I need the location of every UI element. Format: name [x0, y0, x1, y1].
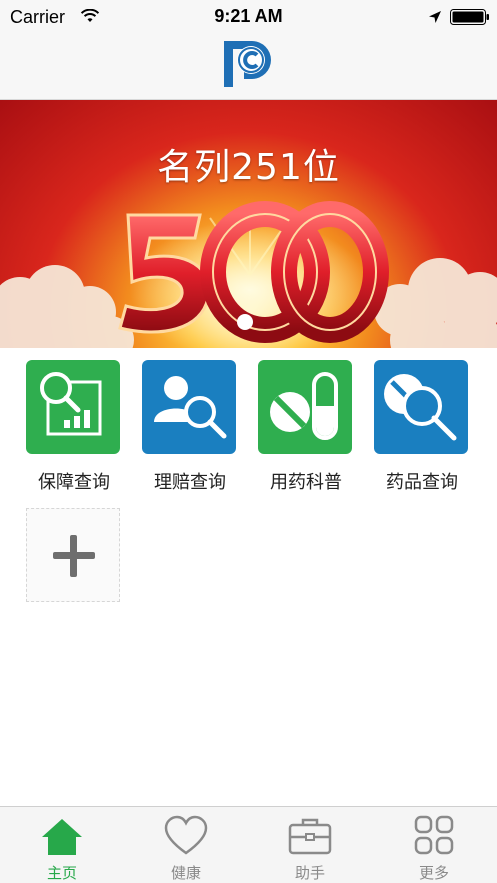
menu-label: 保障查询 — [38, 472, 110, 493]
nav-header — [0, 34, 497, 100]
status-bar: Carrier 9:21 AM — [0, 0, 497, 34]
tab-label: 主页 — [46, 864, 77, 882]
menu-tile[interactable] — [258, 360, 352, 454]
menu-label: 药品查询 — [386, 472, 458, 493]
document-search-icon — [40, 372, 102, 436]
menu-label: 用药科普 — [270, 472, 342, 493]
tab-label: 健康 — [170, 864, 201, 882]
location-arrow-icon — [429, 11, 441, 23]
status-time: 9:21 AM — [214, 6, 283, 26]
tab-home[interactable]: 主页 — [0, 807, 124, 883]
app-screen: Carrier 9:21 AM 名列251位 保障查询 理赔查询 用药科普 药品… — [0, 0, 497, 883]
banner-title: 名列251位 — [157, 147, 340, 188]
promo-banner[interactable]: 名列251位 — [0, 100, 497, 348]
briefcase-icon — [288, 818, 332, 855]
tab-label: 更多 — [418, 864, 449, 882]
grid-icon — [414, 815, 454, 855]
add-shortcut-button[interactable] — [26, 508, 120, 602]
menu-item-coverage-query[interactable]: 保障查询 — [26, 360, 122, 493]
pills-icon — [270, 372, 338, 440]
tab-assistant[interactable]: 助手 — [248, 807, 372, 883]
user-search-icon — [154, 376, 227, 439]
home-icon — [42, 819, 82, 855]
menu-item-medicine-query[interactable]: 药品查询 — [374, 360, 470, 493]
menu-tile[interactable] — [26, 360, 120, 454]
menu-tile[interactable] — [374, 360, 468, 454]
menu-tile[interactable] — [142, 360, 236, 454]
heart-icon — [164, 815, 208, 855]
menu-label: 理赔查询 — [154, 472, 226, 493]
battery-icon — [450, 9, 489, 25]
medicine-search-icon — [384, 374, 457, 441]
tab-bar: 主页 健康 助手 更多 — [0, 806, 497, 883]
tab-health[interactable]: 健康 — [124, 807, 248, 883]
tab-label: 助手 — [294, 864, 325, 882]
menu-item-medication-info[interactable]: 用药科普 — [258, 360, 354, 493]
tab-more[interactable]: 更多 — [372, 807, 496, 883]
pc-logo-icon — [224, 41, 271, 87]
menu-item-claims-query[interactable]: 理赔查询 — [142, 360, 238, 493]
